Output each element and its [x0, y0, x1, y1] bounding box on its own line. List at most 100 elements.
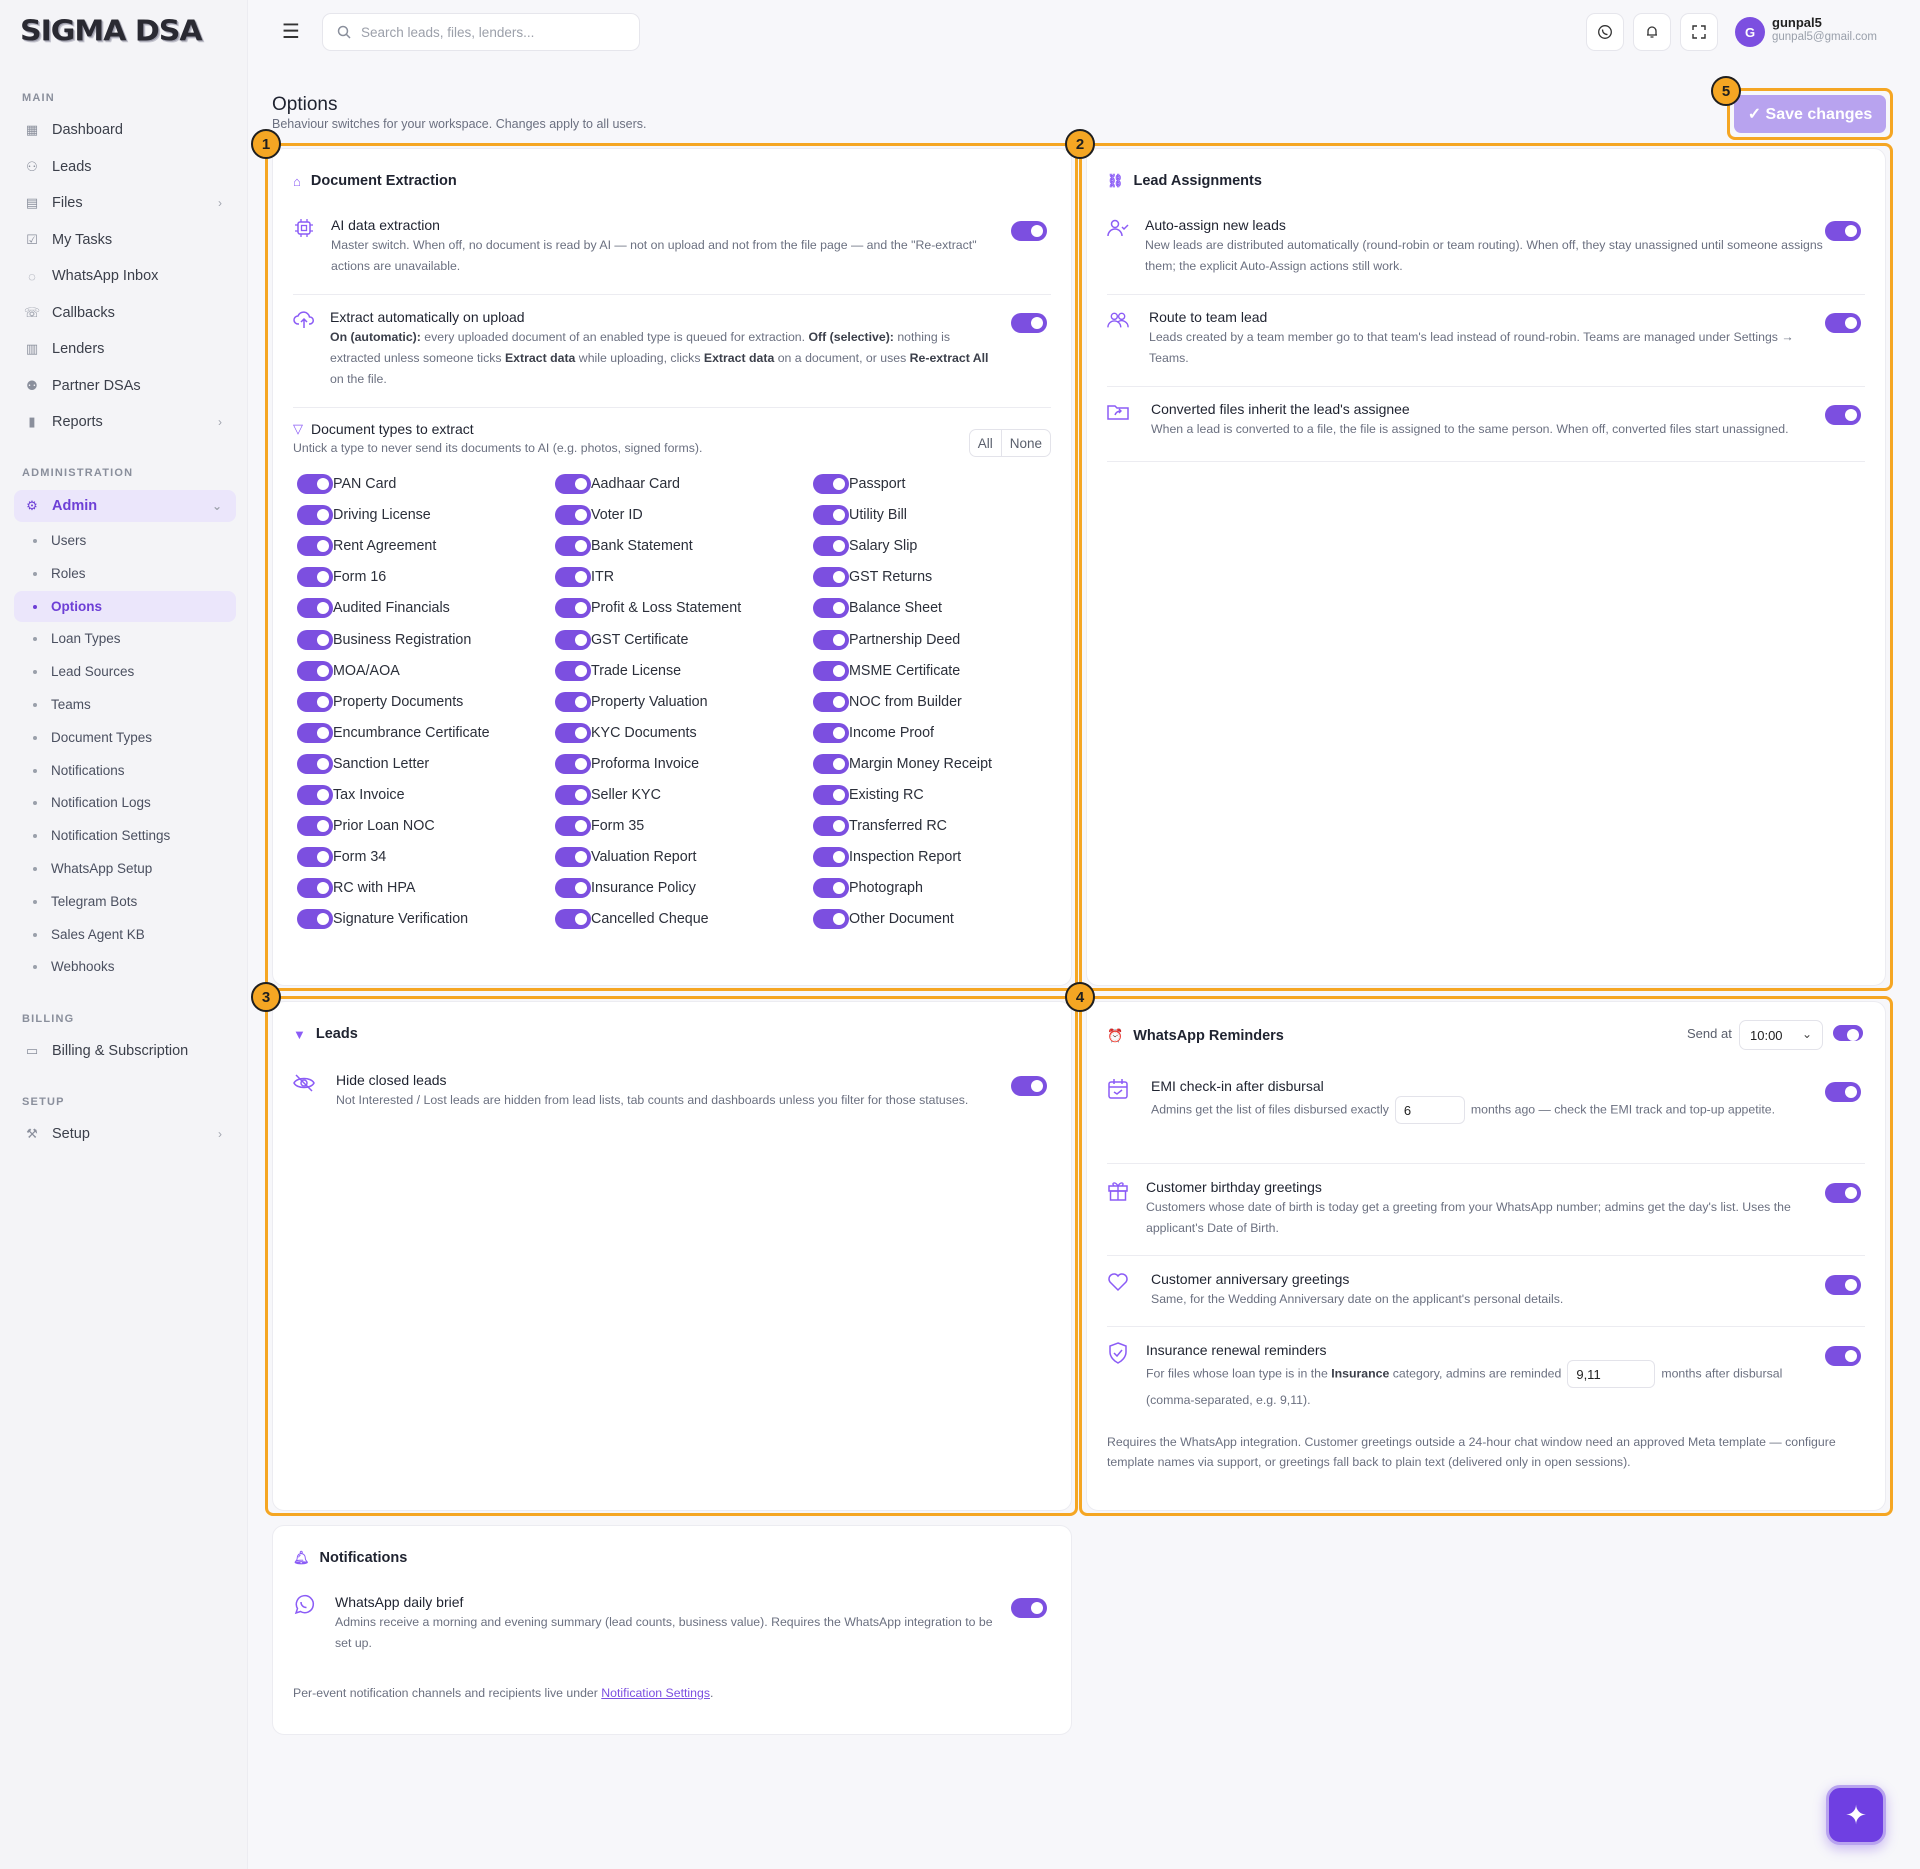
- doc-type-toggle[interactable]: [813, 691, 849, 712]
- doc-type-toggle[interactable]: [813, 878, 849, 899]
- doc-type-toggle[interactable]: [297, 505, 333, 526]
- doc-type-toggle[interactable]: [297, 816, 333, 837]
- doc-type-signature-verification: Signature Verification: [297, 909, 468, 930]
- doc-type-toggle[interactable]: [555, 691, 591, 712]
- sidebar-subitem-telegram-bots[interactable]: Telegram Bots: [14, 886, 236, 917]
- notifications-button[interactable]: [1633, 13, 1671, 51]
- sidebar-subitem-webhooks[interactable]: Webhooks: [14, 951, 236, 982]
- insurance-months-input[interactable]: [1567, 1360, 1656, 1388]
- sidebar-subitem-whatsapp-setup[interactable]: WhatsApp Setup: [14, 853, 236, 884]
- doc-type-toggle[interactable]: [813, 567, 849, 588]
- doc-type-toggle[interactable]: [813, 474, 849, 494]
- doc-type-toggle[interactable]: [813, 722, 849, 743]
- app-logo[interactable]: SIGMA DSA: [20, 15, 203, 48]
- reminders-master-toggle[interactable]: [1833, 1025, 1863, 1041]
- doc-type-toggle[interactable]: [297, 878, 333, 899]
- doc-type-toggle[interactable]: [297, 660, 333, 681]
- sidebar-item-my-tasks[interactable]: ☑ My Tasks: [14, 224, 236, 256]
- doc-type-toggle[interactable]: [555, 505, 591, 526]
- doc-type-toggle[interactable]: [297, 722, 333, 743]
- doc-type-toggle[interactable]: [297, 567, 333, 588]
- doc-type-toggle[interactable]: [297, 785, 333, 805]
- doc-type-toggle[interactable]: [555, 878, 591, 899]
- sidebar-item-callbacks[interactable]: ☏ Callbacks: [14, 297, 236, 329]
- whatsapp-button[interactable]: [1586, 13, 1624, 51]
- doc-type-toggle[interactable]: [555, 660, 591, 681]
- doc-type-toggle[interactable]: [555, 722, 591, 743]
- hide-closed-toggle[interactable]: [1011, 1076, 1047, 1096]
- auto-assign-toggle[interactable]: [1825, 221, 1861, 241]
- sidebar-subitem-lead-sources[interactable]: Lead Sources: [14, 656, 236, 687]
- daily-brief-toggle[interactable]: [1011, 1598, 1047, 1618]
- sidebar-subitem-sales-agent-kb[interactable]: Sales Agent KB: [14, 919, 236, 950]
- sidebar-subitem-notification-logs[interactable]: Notification Logs: [14, 787, 236, 818]
- fullscreen-button[interactable]: [1680, 13, 1718, 51]
- sidebar-item-dashboard[interactable]: ▦ Dashboard: [14, 114, 236, 146]
- anniversary-toggle[interactable]: [1825, 1275, 1861, 1295]
- sidebar-subitem-roles[interactable]: Roles: [14, 558, 236, 589]
- save-button[interactable]: ✓ Save changes: [1734, 95, 1886, 133]
- sidebar-item-billing[interactable]: ▭ Billing & Subscription: [14, 1035, 236, 1067]
- doc-type-toggle[interactable]: [813, 660, 849, 681]
- sidebar-item-files[interactable]: ▤ Files ›: [14, 187, 236, 219]
- doc-type-toggle[interactable]: [297, 691, 333, 712]
- sidebar-subitem-notification-settings[interactable]: Notification Settings: [14, 820, 236, 851]
- search-input[interactable]: [361, 24, 621, 40]
- sidebar-item-reports[interactable]: ▮ Reports ›: [14, 406, 236, 438]
- sidebar-subitem-notifications[interactable]: Notifications: [14, 755, 236, 786]
- sidebar-item-whatsapp-inbox[interactable]: ◌ WhatsApp Inbox: [14, 260, 236, 292]
- doc-type-toggle[interactable]: [813, 785, 849, 805]
- doc-type-toggle[interactable]: [297, 847, 333, 868]
- doc-type-toggle[interactable]: [297, 909, 333, 930]
- route-team-lead-toggle[interactable]: [1825, 313, 1861, 333]
- doc-type-toggle[interactable]: [555, 474, 591, 494]
- emi-checkin-toggle[interactable]: [1825, 1082, 1861, 1102]
- user-name[interactable]: gunpal5: [1772, 15, 1822, 30]
- sidebar-item-admin[interactable]: ⚙ Admin ⌄: [14, 490, 236, 522]
- doc-type-toggle[interactable]: [555, 909, 591, 930]
- doc-type-toggle[interactable]: [297, 474, 333, 494]
- sidebar-subitem-loan-types[interactable]: Loan Types: [14, 623, 236, 654]
- sidebar-subitem-options[interactable]: Options: [14, 590, 236, 622]
- doc-type-toggle[interactable]: [555, 816, 591, 837]
- sidebar-item-lenders[interactable]: ▥ Lenders: [14, 333, 236, 365]
- doc-type-toggle[interactable]: [813, 847, 849, 868]
- doc-type-toggle[interactable]: [297, 536, 333, 557]
- select-none-button[interactable]: None: [1000, 430, 1050, 456]
- birthday-toggle[interactable]: [1825, 1183, 1861, 1203]
- doc-type-toggle[interactable]: [813, 909, 849, 930]
- doc-type-toggle[interactable]: [555, 753, 591, 774]
- doc-type-toggle[interactable]: [297, 598, 333, 619]
- doc-type-toggle[interactable]: [813, 629, 849, 650]
- avatar[interactable]: G: [1735, 17, 1765, 47]
- sidebar-subitem-document-types[interactable]: Document Types: [14, 722, 236, 753]
- doc-type-toggle[interactable]: [813, 816, 849, 837]
- sidebar-item-partner-dsas[interactable]: ⚉ Partner DSAs: [14, 370, 236, 402]
- sidebar-item-leads[interactable]: ⚇ Leads: [14, 151, 236, 183]
- send-at-select[interactable]: 10:00 ⌄: [1739, 1020, 1823, 1050]
- emi-months-input[interactable]: [1394, 1096, 1465, 1124]
- inherit-assignee-toggle[interactable]: [1825, 405, 1861, 425]
- doc-type-toggle[interactable]: [813, 598, 849, 619]
- doc-type-toggle[interactable]: [555, 785, 591, 805]
- doc-type-toggle[interactable]: [297, 629, 333, 650]
- doc-type-toggle[interactable]: [555, 567, 591, 588]
- insurance-toggle[interactable]: [1825, 1346, 1861, 1366]
- ai-extraction-toggle[interactable]: [1011, 221, 1047, 241]
- doc-type-toggle[interactable]: [555, 536, 591, 557]
- sidebar-subitem-users[interactable]: Users: [14, 525, 236, 556]
- sidebar-subitem-teams[interactable]: Teams: [14, 689, 236, 720]
- menu-toggle-button[interactable]: ☰: [276, 16, 306, 46]
- doc-type-toggle[interactable]: [813, 536, 849, 557]
- sidebar-item-setup[interactable]: ⚒ Setup ›: [14, 1118, 236, 1150]
- select-all-button[interactable]: All: [970, 430, 1001, 456]
- doc-type-toggle[interactable]: [555, 598, 591, 619]
- doc-type-toggle[interactable]: [813, 505, 849, 526]
- notification-settings-link[interactable]: Notification Settings: [601, 1686, 710, 1700]
- doc-type-toggle[interactable]: [555, 629, 591, 650]
- ai-assistant-button[interactable]: ✦: [1826, 1785, 1886, 1845]
- doc-type-toggle[interactable]: [297, 753, 333, 774]
- doc-type-toggle[interactable]: [813, 753, 849, 774]
- doc-type-toggle[interactable]: [555, 847, 591, 868]
- auto-extract-toggle[interactable]: [1011, 313, 1047, 333]
